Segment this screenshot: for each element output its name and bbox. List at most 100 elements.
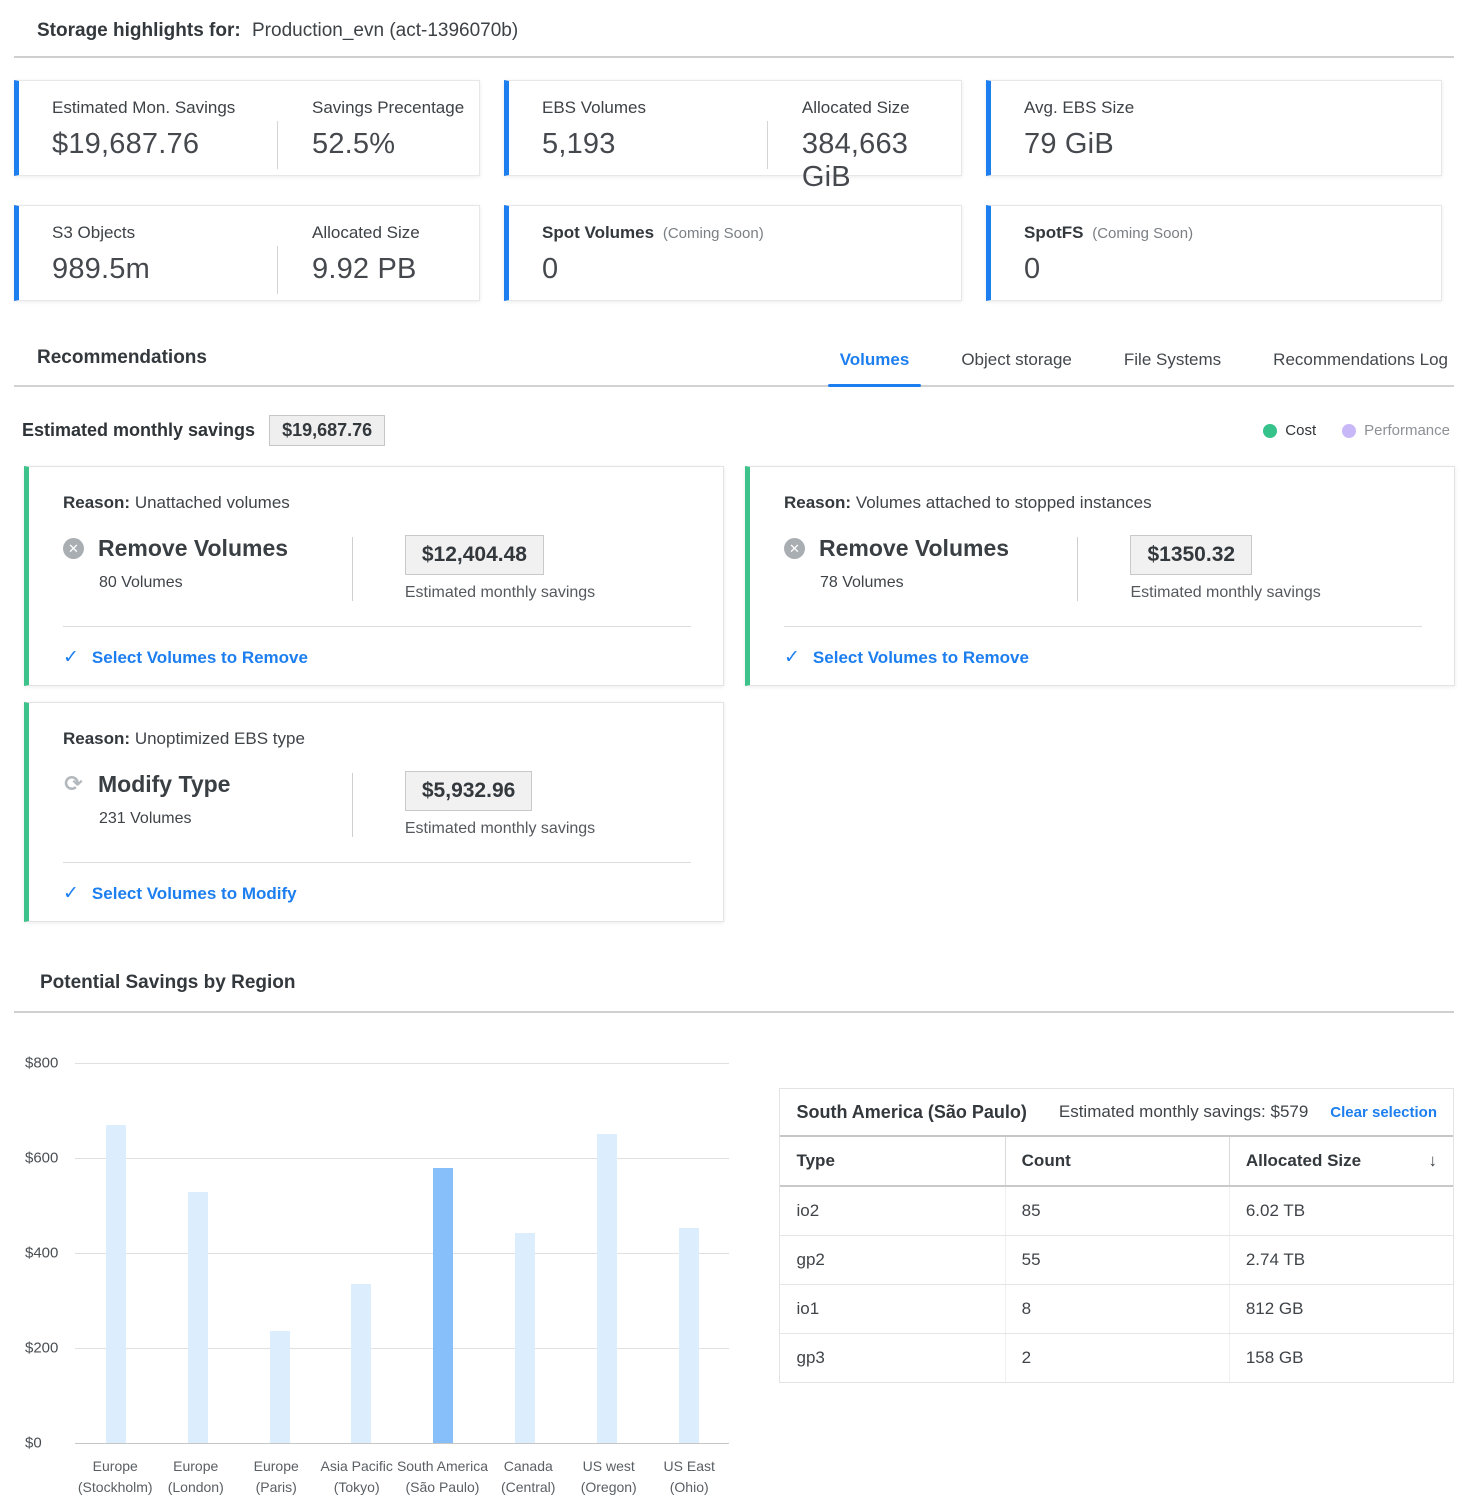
rec-card-unoptimized-ebs-type: Reason: Unoptimized EBS type ⟳ Modify Ty… — [24, 702, 724, 922]
y-tick: $600 — [25, 1150, 58, 1167]
bar-europe-london[interactable] — [188, 1192, 208, 1443]
page-title-label: Storage highlights for: — [37, 20, 241, 41]
savings-row: Estimated monthly savings $19,687.76 Cos… — [14, 415, 1454, 446]
stat-value: 989.5m — [52, 253, 277, 286]
cell-allocated-size: 2.74 TB — [1229, 1236, 1453, 1284]
column-header-allocated-size[interactable]: Allocated Size ↓ — [1229, 1137, 1453, 1185]
stat-avg-ebs-size: Avg. EBS Size 79 GiB — [1024, 98, 1249, 175]
column-header-type[interactable]: Type — [780, 1137, 1004, 1185]
table-row: io1 8 812 GB — [780, 1285, 1453, 1334]
stat-value: 9.92 PB — [312, 253, 420, 286]
stat-ebs-volumes: EBS Volumes 5,193 — [542, 98, 767, 175]
recommendation-cards: Reason: Unattached volumes ✕ Remove Volu… — [24, 466, 1454, 922]
savings-by-region-chart: $800 $600 $400 $200 $0 Europe(Stockholm)… — [25, 1063, 729, 1498]
estimated-monthly-savings-badge: $19,687.76 — [269, 415, 385, 446]
bar-south-america-sao-paulo[interactable] — [433, 1168, 453, 1443]
savings-amount: $12,404.48 — [405, 535, 544, 575]
y-tick: $800 — [25, 1055, 58, 1072]
check-icon: ✓ — [63, 646, 79, 669]
stat-spotfs: SpotFS (Coming Soon) 0 — [1024, 223, 1249, 300]
legend-item-performance[interactable]: Performance — [1342, 422, 1450, 439]
column-header-count[interactable]: Count — [1005, 1137, 1229, 1185]
reason-text: Unoptimized EBS type — [135, 729, 305, 748]
legend-item-cost[interactable]: Cost — [1263, 422, 1316, 439]
action-title: Remove Volumes — [98, 535, 288, 562]
bar-us-west-oregon[interactable] — [597, 1134, 617, 1443]
card-divider — [784, 626, 1422, 627]
x-tick-us-east-ohio: US East(Ohio) — [649, 1456, 729, 1498]
volumes-count: 78 Volumes — [820, 574, 1077, 592]
tab-volumes[interactable]: Volumes — [834, 350, 916, 385]
reason-label: Reason: — [63, 493, 130, 512]
stat-label: Allocated Size — [312, 223, 420, 243]
bar-asia-pacific-tokyo[interactable] — [351, 1284, 371, 1443]
recommendations-header: Recommendations Volumes Object storage F… — [14, 347, 1454, 387]
x-tick-us-west-oregon: US west(Oregon) — [568, 1456, 648, 1498]
stat-card-monthly-savings: Estimated Mon. Savings $19,687.76 Saving… — [14, 80, 480, 176]
stat-s3-objects: S3 Objects 989.5m — [52, 223, 277, 300]
reason-text: Unattached volumes — [135, 493, 290, 512]
legend-label: Performance — [1364, 422, 1450, 439]
legend-label: Cost — [1285, 422, 1316, 439]
tab-file-systems[interactable]: File Systems — [1118, 350, 1227, 385]
x-tick-south-america-sao-paulo: South America(São Paulo) — [397, 1456, 488, 1498]
region-section-divider — [14, 1011, 1454, 1013]
stat-estimated-mon-savings: Estimated Mon. Savings $19,687.76 — [52, 98, 277, 175]
select-volumes-to-modify-link[interactable]: ✓ Select Volumes to Modify — [63, 882, 691, 905]
tab-recommendations-log[interactable]: Recommendations Log — [1267, 350, 1454, 385]
bar-europe-paris[interactable] — [270, 1331, 290, 1443]
table-row: gp3 2 158 GB — [780, 1334, 1453, 1382]
page-title: Storage highlights for: Production_evn (… — [14, 14, 1454, 56]
stat-value: 5,193 — [542, 128, 767, 161]
cell-count: 85 — [1005, 1187, 1229, 1235]
stat-value: 52.5% — [312, 128, 464, 161]
chart-legend: Cost Performance — [1263, 422, 1454, 439]
tab-object-storage[interactable]: Object storage — [955, 350, 1078, 385]
check-icon: ✓ — [63, 882, 79, 905]
x-tick-europe-stockholm: Europe(Stockholm) — [75, 1456, 155, 1498]
card-divider — [63, 626, 691, 627]
action-title: Remove Volumes — [819, 535, 1009, 562]
stat-value: 384,663 GiB — [802, 128, 951, 194]
stat-spot-volumes: Spot Volumes (Coming Soon) 0 — [542, 223, 767, 300]
stat-value: 79 GiB — [1024, 128, 1249, 161]
rec-card-stopped-instances: Reason: Volumes attached to stopped inst… — [745, 466, 1455, 686]
stat-s3-allocated-size: Allocated Size 9.92 PB — [278, 223, 420, 300]
coming-soon-badge: (Coming Soon) — [1092, 225, 1193, 242]
stat-label: Spot Volumes — [542, 223, 654, 242]
select-volumes-to-remove-link[interactable]: ✓ Select Volumes to Remove — [784, 646, 1422, 669]
card-divider — [63, 862, 691, 863]
region-savings-text: Estimated monthly savings: $579 — [1059, 1102, 1308, 1122]
table-header-row: Type Count Allocated Size ↓ — [780, 1137, 1453, 1187]
cell-type: gp2 — [780, 1236, 1004, 1284]
cell-count: 55 — [1005, 1236, 1229, 1284]
stats-grid: Estimated Mon. Savings $19,687.76 Saving… — [14, 80, 1454, 301]
bar-us-east-ohio[interactable] — [679, 1228, 699, 1443]
stat-label: Avg. EBS Size — [1024, 98, 1249, 118]
recommendations-tabs: Volumes Object storage File Systems Reco… — [794, 350, 1454, 385]
remove-circle-icon: ✕ — [63, 538, 84, 559]
x-tick-europe-paris: Europe(Paris) — [236, 1456, 316, 1498]
stat-label: Savings Precentage — [312, 98, 464, 118]
y-tick: $200 — [25, 1340, 58, 1357]
savings-caption: Estimated monthly savings — [405, 820, 595, 838]
cost-dot-icon — [1263, 424, 1277, 438]
clear-selection-link[interactable]: Clear selection — [1330, 1104, 1437, 1121]
action-title: Modify Type — [98, 771, 230, 798]
savings-amount: $5,932.96 — [405, 771, 532, 811]
estimated-monthly-savings-label: Estimated monthly savings — [22, 420, 255, 441]
bar-canada-central[interactable] — [515, 1233, 535, 1443]
y-tick: $0 — [25, 1435, 42, 1452]
performance-dot-icon — [1342, 424, 1356, 438]
stat-value: $19,687.76 — [52, 128, 277, 161]
table-row: io2 85 6.02 TB — [780, 1187, 1453, 1236]
reason-label: Reason: — [784, 493, 851, 512]
cell-allocated-size: 812 GB — [1229, 1285, 1453, 1333]
x-tick-asia-pacific-tokyo: Asia Pacific(Tokyo) — [316, 1456, 396, 1498]
header-divider — [14, 56, 1454, 58]
bar-europe-stockholm[interactable] — [106, 1125, 126, 1443]
select-volumes-to-remove-link[interactable]: ✓ Select Volumes to Remove — [63, 646, 691, 669]
x-tick-europe-london: Europe(London) — [155, 1456, 235, 1498]
arrow-down-icon[interactable]: ↓ — [1429, 1151, 1438, 1171]
check-icon: ✓ — [784, 646, 800, 669]
